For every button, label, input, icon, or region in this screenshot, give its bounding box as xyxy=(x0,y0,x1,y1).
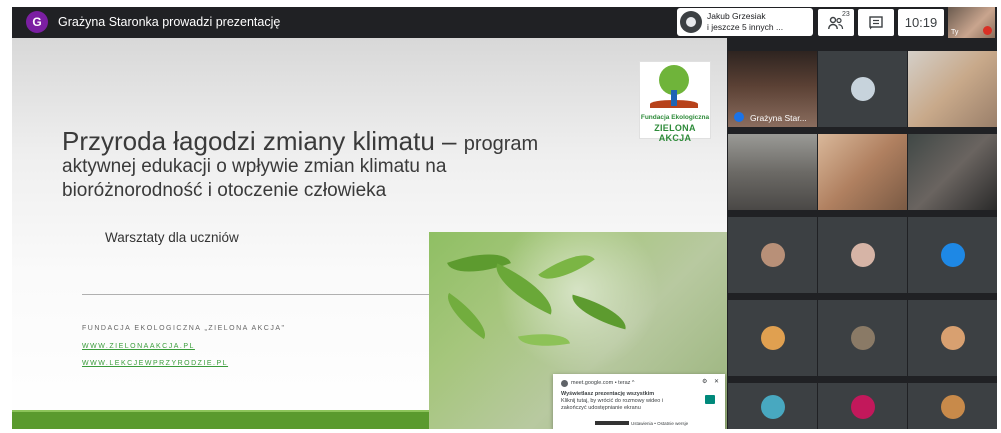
participant-name: Grażyna Star... xyxy=(750,113,807,123)
presenter-avatar: G xyxy=(26,11,48,33)
participant-grid: Grażyna Star... xyxy=(727,48,997,429)
logo-tree-trunk xyxy=(671,90,677,106)
active-speaker-chip[interactable]: Jakub Grzesiak i jeszcze 5 innych ... xyxy=(677,8,813,36)
participant-tile[interactable] xyxy=(818,383,907,429)
slide-workshop-label: Warsztaty dla uczniów xyxy=(105,230,239,245)
participant-avatar xyxy=(851,243,875,267)
slide-title-main: Przyroda łagodzi zmiany klimatu – xyxy=(62,126,464,156)
mic-off-badge xyxy=(983,26,992,35)
participant-tile[interactable] xyxy=(908,383,997,429)
foundation-link[interactable]: WWW.ZIELONAAKCJA.PL xyxy=(82,343,195,350)
slide-subtitle-line1: aktywnej edukacji o wpływie zmian klimat… xyxy=(62,156,447,177)
notification-footer[interactable]: Ustawienia • Ostatnie wersje xyxy=(631,421,688,426)
participant-tile[interactable] xyxy=(908,217,997,293)
participant-avatar xyxy=(941,326,965,350)
logo-text-line1: Fundacja Ekologiczna xyxy=(640,114,710,121)
participant-avatar xyxy=(941,243,965,267)
participant-tile[interactable] xyxy=(818,300,907,376)
participant-avatar xyxy=(761,326,785,350)
notification-redacted-bar xyxy=(595,421,629,425)
leaf-shape xyxy=(517,327,571,353)
self-label: Ty xyxy=(951,29,959,36)
speaker-avatar xyxy=(680,11,702,33)
top-bar: G Grażyna Staronka prowadzi prezentację … xyxy=(12,7,997,38)
clock: 10:19 xyxy=(898,9,944,36)
screen-share-notification[interactable]: meet.google.com • teraz ^ ⚙ ✕ Wyświetlas… xyxy=(553,374,725,429)
slide-title-small: program xyxy=(463,133,539,155)
participant-tile[interactable] xyxy=(728,134,817,210)
speaker-others: i jeszcze 5 innych ... xyxy=(707,22,784,32)
foundation-logo: Fundacja Ekologiczna ZIELONA AKCJA xyxy=(639,61,711,143)
participant-tile[interactable] xyxy=(728,300,817,376)
slide-title: Przyroda łagodzi zmiany klimatu – progra… xyxy=(62,126,538,157)
chat-icon xyxy=(869,15,883,29)
participant-tile[interactable] xyxy=(818,217,907,293)
participant-avatar xyxy=(761,243,785,267)
meet-window: G Grażyna Staronka prowadzi prezentację … xyxy=(12,7,997,429)
gear-icon[interactable]: ⚙ xyxy=(702,378,707,385)
close-icon[interactable]: ✕ xyxy=(714,378,719,385)
logo-text-line2: ZIELONA AKCJA xyxy=(654,123,696,143)
nature-photo: meet.google.com • teraz ^ ⚙ ✕ Wyświetlas… xyxy=(429,232,727,429)
participant-avatar xyxy=(941,395,965,419)
notification-heading: Wyświetlasz prezentację wszystkim xyxy=(561,391,655,397)
meet-icon xyxy=(705,395,715,404)
participant-tile[interactable] xyxy=(818,51,907,127)
people-count: 23 xyxy=(842,11,850,18)
notification-body-line1: Kliknij tutaj, by wrócić do rozmowy wide… xyxy=(561,398,664,404)
participant-tile[interactable] xyxy=(818,134,907,210)
mic-icon xyxy=(686,17,696,27)
foundation-name: FUNDACJA EKOLOGICZNA „ZIELONA AKCJA" xyxy=(82,325,286,332)
speaking-indicator-icon xyxy=(734,112,744,122)
leaf-shape xyxy=(567,294,631,330)
lessons-link[interactable]: WWW.LEKCJEWPRZYRODZIE.PL xyxy=(82,360,228,367)
presenting-banner: Grażyna Staronka prowadzi prezentację xyxy=(58,15,281,29)
participant-tile[interactable] xyxy=(728,383,817,429)
participant-avatar xyxy=(851,326,875,350)
participant-avatar xyxy=(761,395,785,419)
participant-tile[interactable] xyxy=(908,300,997,376)
participant-tile[interactable] xyxy=(908,51,997,127)
slide-footer-band xyxy=(12,412,429,429)
participant-tile[interactable] xyxy=(908,134,997,210)
speaker-name: Jakub Grzesiak xyxy=(707,11,766,21)
presentation-slide: Fundacja Ekologiczna ZIELONA AKCJA Przyr… xyxy=(12,38,727,429)
participant-avatar xyxy=(851,77,875,101)
participant-tile[interactable] xyxy=(728,217,817,293)
notification-source: meet.google.com • teraz ^ xyxy=(571,380,635,386)
chat-button[interactable] xyxy=(858,9,894,36)
slide-subtitle-line2: bioróżnorodność i otoczenie człowieka xyxy=(62,180,387,201)
people-button[interactable]: 23 xyxy=(818,9,854,36)
globe-icon xyxy=(561,380,568,387)
notification-body-line2: zakończyć udostępnianie ekranu xyxy=(561,405,641,411)
participant-avatar xyxy=(851,395,875,419)
slide-divider xyxy=(82,294,432,295)
participant-tile[interactable]: Grażyna Star... xyxy=(728,51,817,127)
self-view-thumbnail[interactable]: Ty xyxy=(948,7,995,38)
leaf-shape xyxy=(538,243,595,291)
leaf-shape xyxy=(438,292,495,340)
